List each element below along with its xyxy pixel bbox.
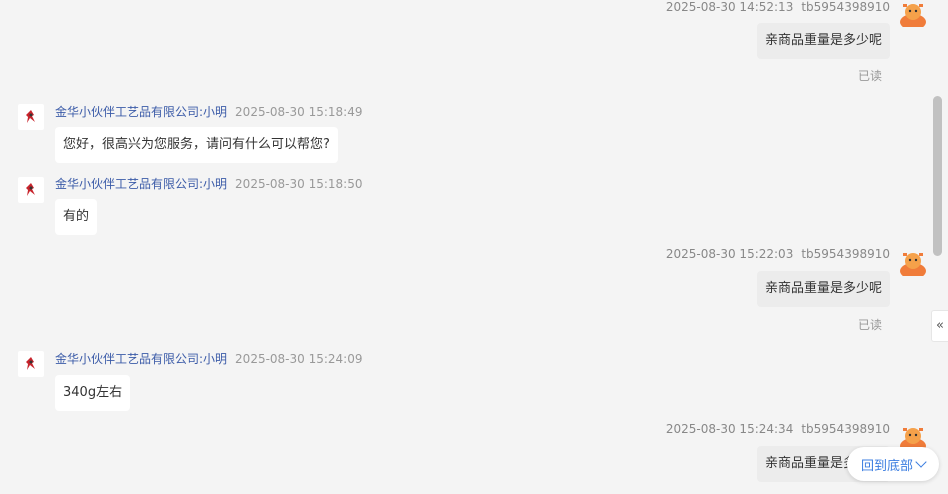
shop-logo-icon xyxy=(18,177,44,203)
user-avatar-icon xyxy=(898,0,928,27)
message-user: tb5954398910 xyxy=(801,0,890,14)
chat-message-list[interactable]: 2025-08-30 14:52:13 tb5954398910 亲商品重量是多少… xyxy=(0,0,948,494)
message-bubble: 340g左右 xyxy=(55,375,131,411)
message-time: 2025-08-30 15:22:03 xyxy=(665,247,794,261)
back-to-bottom-label: 回到底部 xyxy=(860,458,913,474)
sender-name: 金华小伙伴工艺品有限公司:小明 xyxy=(55,352,228,366)
message-user: tb5954398910 xyxy=(801,247,890,261)
back-to-bottom-button[interactable]: 回到底部 xyxy=(847,447,939,481)
collapse-panel-button[interactable]: « xyxy=(931,310,948,342)
message-time: 2025-08-30 15:18:50 xyxy=(235,177,363,191)
read-status: 已读 xyxy=(857,69,882,83)
message-bubble: 亲商品重量是多少呢 xyxy=(756,23,890,59)
message-time: 2025-08-30 14:52:13 xyxy=(665,0,794,14)
sender-name: 金华小伙伴工艺品有限公司:小明 xyxy=(55,177,228,191)
message-time: 2025-08-30 15:18:49 xyxy=(235,105,363,119)
scrollbar-thumb[interactable] xyxy=(933,96,942,256)
message-time: 2025-08-30 15:24:34 xyxy=(665,422,794,436)
sender-name: 金华小伙伴工艺品有限公司:小明 xyxy=(55,105,228,119)
message-bubble: 亲商品重量是多少呢 xyxy=(756,271,890,307)
message-meta: 金华小伙伴工艺品有限公司:小明 2025-08-30 15:18:49 xyxy=(55,103,363,120)
shop-logo-icon xyxy=(18,104,44,130)
chevron-down-icon xyxy=(915,456,927,468)
user-avatar-icon xyxy=(898,246,928,276)
message-meta: 金华小伙伴工艺品有限公司:小明 2025-08-30 15:24:09 xyxy=(55,350,363,367)
message-bubble: 有的 xyxy=(55,199,98,235)
message-bubble: 您好，很高兴为您服务，请问有什么可以帮您? xyxy=(55,127,338,163)
message-time: 2025-08-30 15:24:09 xyxy=(235,352,363,366)
message-meta: 2025-08-30 15:24:34 tb5954398910 xyxy=(666,422,890,436)
shop-logo-icon xyxy=(18,351,44,377)
message-meta: 2025-08-30 14:52:13 tb5954398910 xyxy=(666,0,890,14)
read-status: 已读 xyxy=(857,318,882,332)
message-meta: 2025-08-30 15:22:03 tb5954398910 xyxy=(666,247,890,261)
message-meta: 金华小伙伴工艺品有限公司:小明 2025-08-30 15:18:50 xyxy=(55,175,363,192)
message-user: tb5954398910 xyxy=(801,422,890,436)
